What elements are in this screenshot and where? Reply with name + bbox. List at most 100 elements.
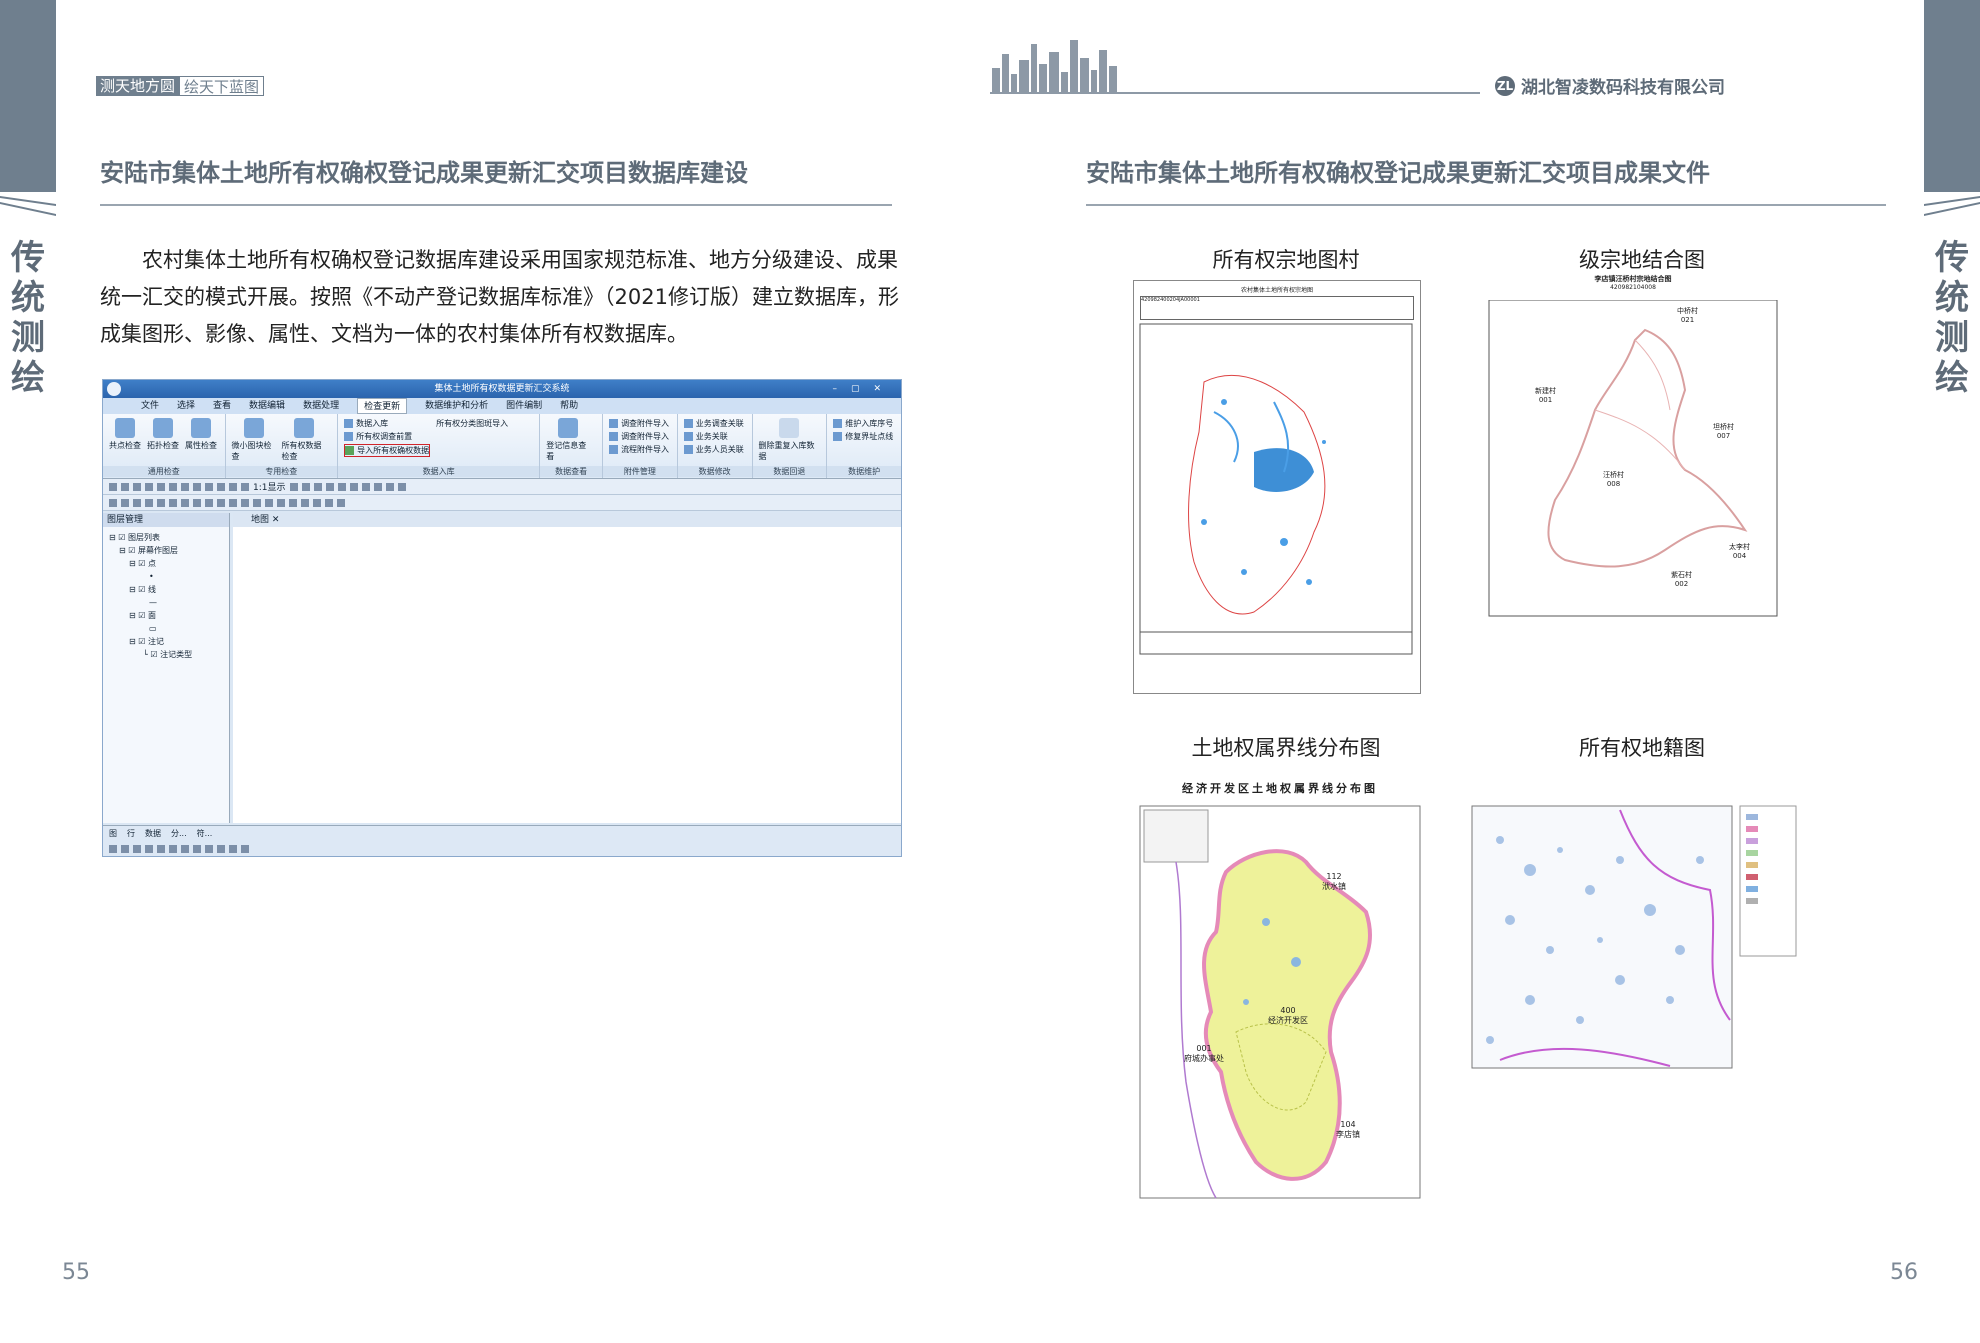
tool-icon[interactable] xyxy=(145,498,153,507)
import-item[interactable]: 所有权调查前置 xyxy=(344,431,430,442)
tool-icon[interactable] xyxy=(277,498,285,507)
modify-item[interactable]: 业务关联 xyxy=(683,431,744,442)
attachment-item[interactable]: 调查附件导入 xyxy=(609,418,669,429)
menu-check-update[interactable]: 检查更新 xyxy=(357,398,408,414)
bottom-bar: 图 行 数据 分... 符... xyxy=(103,825,901,856)
menu-file[interactable]: 文件 xyxy=(141,398,159,414)
tool-icon[interactable] xyxy=(205,498,213,507)
bottom-tab[interactable]: 数据 xyxy=(145,828,161,839)
tool-icon[interactable] xyxy=(193,844,201,853)
tool-icon[interactable] xyxy=(193,482,201,491)
tool-icon[interactable] xyxy=(109,498,117,507)
polygon-symbol: ▭ xyxy=(149,624,157,633)
menu-help[interactable]: 帮助 xyxy=(560,398,578,414)
tool-icon[interactable] xyxy=(145,482,153,491)
tool-icon[interactable] xyxy=(385,482,394,491)
map-view[interactable]: 地图 ✕ xyxy=(233,513,901,823)
tree-item[interactable]: ⊟ ☑ 屏幕作图层 xyxy=(109,544,223,557)
figure-parcel-map: 农村集体土地所有权宗地图 420982400204JA00001 xyxy=(1133,280,1421,694)
tool-icon[interactable] xyxy=(169,844,177,853)
tool-icon[interactable] xyxy=(121,498,129,507)
maintain-item[interactable]: 维护入库序号 xyxy=(833,418,893,429)
maintain-item[interactable]: 修复界址点线 xyxy=(833,431,893,442)
tree-item[interactable]: ⊟ ☑ 注记 xyxy=(109,635,223,648)
import-item[interactable]: 所有权分类图斑导入 xyxy=(436,418,508,429)
tool-icon[interactable] xyxy=(325,498,333,507)
menu-map-compile[interactable]: 图件编制 xyxy=(506,398,542,414)
ribbon: 共点检查 拓扑检查 属性检查 通用检查 微小图块检查 所有权数据检查 专用检查 … xyxy=(103,414,901,479)
tool-icon[interactable] xyxy=(229,844,237,853)
menu-data-edit[interactable]: 数据编辑 xyxy=(249,398,285,414)
attachment-item[interactable]: 流程附件导入 xyxy=(609,444,669,455)
tree-item[interactable]: └ ☑ 注记类型 xyxy=(109,648,223,661)
tool-icon[interactable] xyxy=(289,482,298,491)
tool-icon[interactable] xyxy=(205,482,213,491)
window-controls[interactable]: –▢✕ xyxy=(832,380,895,398)
menu-select[interactable]: 选择 xyxy=(177,398,195,414)
tool-icon[interactable] xyxy=(157,482,165,491)
bottom-tab[interactable]: 符... xyxy=(197,828,213,839)
tool-icon[interactable] xyxy=(349,482,358,491)
tool-icon[interactable] xyxy=(229,482,237,491)
tool-icon[interactable] xyxy=(361,482,370,491)
tool-icon[interactable] xyxy=(157,844,165,853)
tool-icon[interactable] xyxy=(337,498,345,507)
menu-data-process[interactable]: 数据处理 xyxy=(303,398,339,414)
tool-icon[interactable] xyxy=(265,498,273,507)
attachment-item[interactable]: 调查附件导入 xyxy=(609,431,669,442)
tool-icon[interactable] xyxy=(133,482,141,491)
tool-icon[interactable] xyxy=(121,482,129,491)
village-label: 中桥村 021 xyxy=(1677,307,1698,324)
tree-item[interactable]: ⊟ ☑ 面 xyxy=(109,609,223,622)
bottom-tab[interactable]: 分... xyxy=(171,828,187,839)
tree-item[interactable]: ⊟ ☑ 图层列表 xyxy=(109,531,223,544)
tool-icon[interactable] xyxy=(373,482,382,491)
tool-icon[interactable] xyxy=(205,844,213,853)
import-item[interactable]: 数据入库 xyxy=(344,418,430,429)
tool-icon[interactable] xyxy=(169,498,177,507)
tool-icon[interactable] xyxy=(301,482,310,491)
tool-icon[interactable] xyxy=(217,844,225,853)
tool-icon[interactable] xyxy=(241,482,249,491)
tool-icon[interactable] xyxy=(313,482,322,491)
tool-icon[interactable] xyxy=(181,482,189,491)
tool-icon[interactable] xyxy=(109,844,117,853)
tree-item[interactable]: ⊟ ☑ 线 xyxy=(109,583,223,596)
tool-icon[interactable] xyxy=(109,482,117,491)
tool-icon[interactable] xyxy=(133,498,141,507)
scale-label[interactable]: 1:1显示 xyxy=(253,480,286,493)
tool-icon[interactable] xyxy=(121,844,129,853)
app-orb-icon[interactable] xyxy=(107,382,121,396)
import-item-highlighted[interactable]: 导入所有权确权数据 xyxy=(344,444,431,457)
area-label: 104 李店镇 xyxy=(1336,1120,1360,1139)
tool-icon[interactable] xyxy=(217,498,225,507)
tool-icon[interactable] xyxy=(133,844,141,853)
modify-item[interactable]: 业务调查关联 xyxy=(683,418,744,429)
tool-icon[interactable] xyxy=(397,482,406,491)
bottom-tab[interactable]: 行 xyxy=(127,828,135,839)
tool-icon[interactable] xyxy=(313,498,321,507)
tree-item[interactable]: ⊟ ☑ 点 xyxy=(109,557,223,570)
tool-icon[interactable] xyxy=(325,482,334,491)
tool-icon[interactable] xyxy=(241,498,249,507)
tool-icon[interactable] xyxy=(181,498,189,507)
tool-icon[interactable] xyxy=(145,844,153,853)
line-symbol: — xyxy=(149,598,157,607)
tool-icon[interactable] xyxy=(337,482,346,491)
bottom-tab[interactable]: 图 xyxy=(109,828,117,839)
tool-icon[interactable] xyxy=(229,498,237,507)
tool-icon[interactable] xyxy=(253,498,261,507)
tool-icon[interactable] xyxy=(301,498,309,507)
modify-item[interactable]: 业务人员关联 xyxy=(683,444,744,455)
tool-icon[interactable] xyxy=(241,844,249,853)
map-tab[interactable]: 地图 ✕ xyxy=(233,513,901,527)
menu-view[interactable]: 查看 xyxy=(213,398,231,414)
tool-icon[interactable] xyxy=(289,498,297,507)
left-page-title: 安陆市集体土地所有权确权登记成果更新汇交项目数据库建设 xyxy=(100,159,748,187)
tool-icon[interactable] xyxy=(217,482,225,491)
tool-icon[interactable] xyxy=(193,498,201,507)
tool-icon[interactable] xyxy=(157,498,165,507)
tool-icon[interactable] xyxy=(169,482,177,491)
menu-maintain-analyze[interactable]: 数据维护和分析 xyxy=(425,398,488,414)
tool-icon[interactable] xyxy=(181,844,189,853)
